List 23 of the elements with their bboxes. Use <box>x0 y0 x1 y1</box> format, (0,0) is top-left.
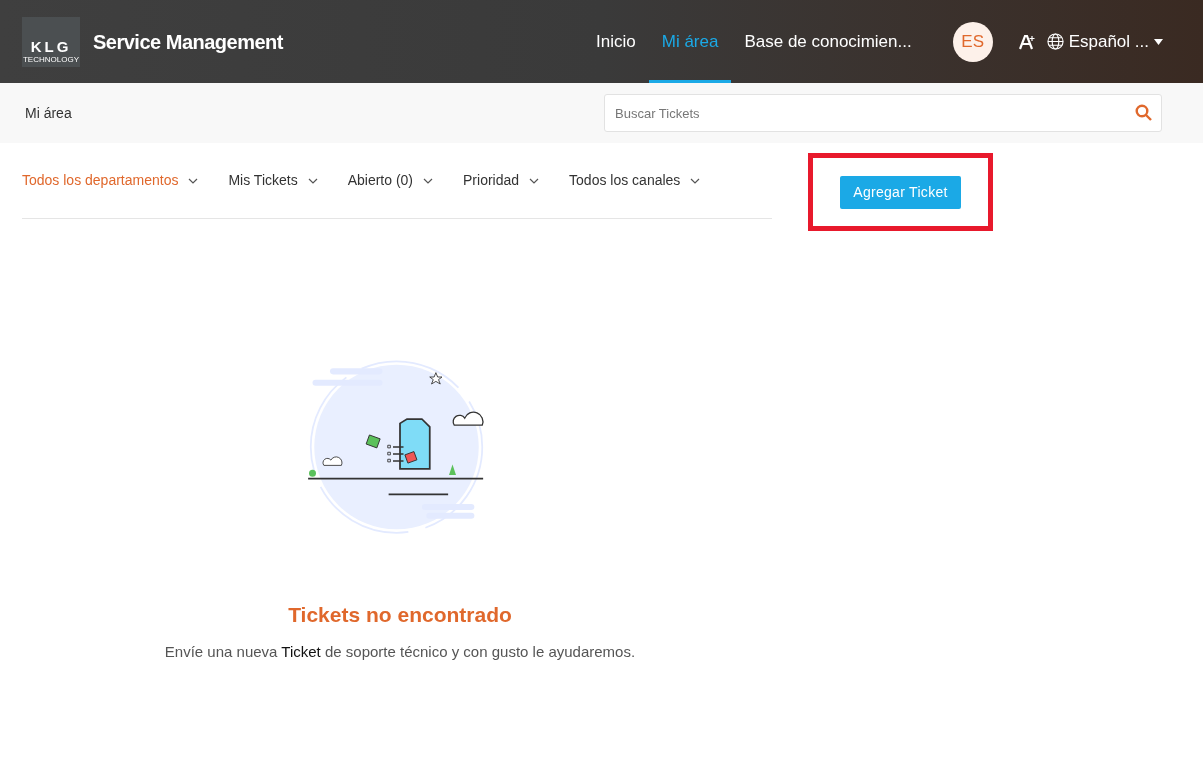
empty-state-title: Tickets no encontrado <box>288 602 512 628</box>
search-icon[interactable] <box>1135 104 1152 121</box>
logo[interactable]: KLG TECHNOLOGY <box>22 16 80 67</box>
caret-icon <box>1154 38 1163 45</box>
filter-dropdown[interactable]: Todos los canales <box>569 170 701 191</box>
app-title: Service Management <box>93 29 283 55</box>
breadcrumb: Mi área <box>25 103 72 123</box>
language-selector[interactable]: Español ... <box>1046 28 1163 55</box>
chevron-down-icon <box>690 177 701 184</box>
search-field[interactable]: Buscar Tickets <box>604 94 1162 132</box>
nav-tab[interactable]: Inicio <box>583 0 649 83</box>
chevron-down-icon <box>188 177 199 184</box>
filter-dropdown[interactable]: Todos los departamentos <box>22 170 199 191</box>
chevron-down-icon <box>529 177 540 184</box>
nav-tab[interactable]: Base de conocimien... <box>731 0 925 83</box>
filter-dropdown[interactable]: Abierto (0) <box>347 170 434 191</box>
filter-dropdown[interactable]: Prioridad <box>463 170 540 191</box>
filter-dropdown[interactable]: Mis Tickets <box>228 170 318 191</box>
globe-icon <box>1046 33 1064 50</box>
chevron-down-icon <box>307 177 318 184</box>
font-size-icon[interactable] <box>1018 33 1035 50</box>
chevron-down-icon <box>423 177 434 184</box>
empty-state-message: Envíe una nueva Ticket de soporte técnico y con gusto le ayudaremos. <box>164 641 636 662</box>
